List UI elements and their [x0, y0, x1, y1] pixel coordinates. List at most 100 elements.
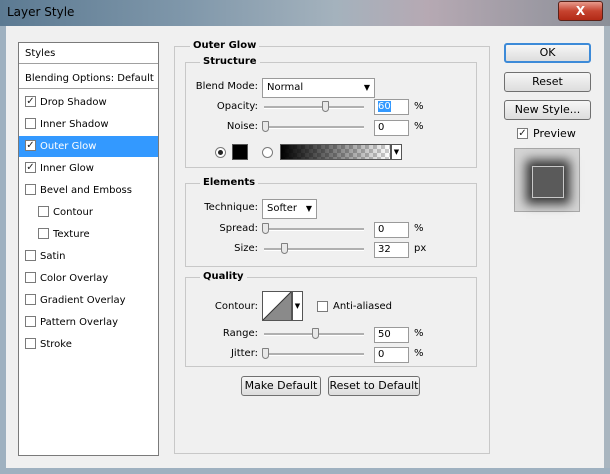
- jitter-input[interactable]: 0: [374, 347, 409, 363]
- blend-mode-value: Normal: [267, 82, 304, 93]
- contour-preview[interactable]: [262, 291, 292, 321]
- chevron-down-icon: ▼: [294, 302, 301, 310]
- technique-label: Technique:: [204, 202, 258, 213]
- new-style-button[interactable]: New Style...: [504, 100, 591, 120]
- spread-input[interactable]: 0: [374, 222, 409, 238]
- window-title: Layer Style: [7, 5, 75, 19]
- style-checkbox[interactable]: [25, 293, 36, 305]
- range-input[interactable]: 50: [374, 327, 409, 343]
- style-checkbox[interactable]: [38, 227, 49, 239]
- jitter-slider-track[interactable]: [264, 353, 364, 356]
- style-item-outer-glow[interactable]: ✓ Outer Glow: [19, 136, 158, 157]
- technique-dropdown[interactable]: Softer ▼: [262, 199, 317, 219]
- jitter-label: Jitter:: [230, 348, 258, 359]
- outer-glow-title: Outer Glow: [190, 40, 260, 51]
- style-item-label: Satin: [40, 251, 66, 262]
- size-slider-thumb[interactable]: [281, 243, 288, 254]
- opacity-slider-track[interactable]: [264, 106, 364, 109]
- style-checkbox[interactable]: [25, 271, 36, 283]
- contour-dropdown-arrow[interactable]: ▼: [292, 291, 303, 321]
- range-slider-thumb[interactable]: [312, 328, 319, 339]
- jitter-value: 0: [378, 349, 385, 360]
- reset-to-default-button[interactable]: Reset to Default: [328, 376, 420, 396]
- jitter-unit: %: [414, 348, 424, 359]
- chevron-down-icon: ▼: [305, 204, 312, 213]
- close-button[interactable]: X: [558, 1, 603, 21]
- gradient-radio[interactable]: [262, 147, 273, 158]
- style-checkbox[interactable]: ✓: [25, 95, 36, 107]
- style-item-inner-glow[interactable]: ✓ Inner Glow: [19, 158, 158, 179]
- size-input[interactable]: 32: [374, 242, 409, 258]
- style-checkbox[interactable]: [25, 117, 36, 129]
- opacity-unit: %: [414, 101, 424, 112]
- opacity-slider-thumb[interactable]: [322, 101, 329, 112]
- style-item-label: Stroke: [40, 339, 72, 350]
- style-item-label: Pattern Overlay: [40, 317, 119, 328]
- noise-input[interactable]: 0: [374, 120, 409, 136]
- size-unit: px: [414, 243, 427, 254]
- style-item-pattern-overlay[interactable]: Pattern Overlay: [19, 312, 158, 333]
- opacity-input[interactable]: 60: [374, 99, 409, 115]
- anti-aliased-label: Anti-aliased: [333, 301, 393, 312]
- styles-header[interactable]: Styles: [19, 43, 158, 64]
- style-item-label: Texture: [53, 229, 90, 240]
- blend-mode-label: Blend Mode:: [195, 81, 258, 92]
- style-item-contour[interactable]: Contour: [19, 202, 158, 223]
- style-item-label: Outer Glow: [40, 141, 97, 152]
- anti-aliased-checkbox[interactable]: [317, 301, 328, 312]
- spread-slider-thumb[interactable]: [262, 223, 269, 234]
- opacity-value: 60: [378, 101, 391, 112]
- range-unit: %: [414, 328, 424, 339]
- gradient-dropdown-arrow[interactable]: ▼: [391, 144, 402, 160]
- blend-mode-dropdown[interactable]: Normal ▼: [262, 78, 375, 98]
- style-item-stroke[interactable]: Stroke: [19, 334, 158, 355]
- noise-unit: %: [414, 121, 424, 132]
- spread-unit: %: [414, 223, 424, 234]
- chevron-down-icon: ▼: [393, 148, 400, 156]
- style-item-bevel-and-emboss[interactable]: Bevel and Emboss: [19, 180, 158, 201]
- size-value: 32: [378, 244, 391, 255]
- noise-slider-track[interactable]: [264, 126, 364, 129]
- style-checkbox[interactable]: [38, 205, 49, 217]
- style-item-color-overlay[interactable]: Color Overlay: [19, 268, 158, 289]
- make-default-button[interactable]: Make Default: [241, 376, 321, 396]
- style-checkbox[interactable]: [25, 337, 36, 349]
- preview-swatch: [532, 166, 564, 198]
- style-item-label: Gradient Overlay: [40, 295, 126, 306]
- technique-value: Softer: [267, 203, 297, 214]
- style-item-label: Contour: [53, 207, 93, 218]
- styles-list: Styles Blending Options: Default ✓ Drop S…: [18, 42, 159, 456]
- elements-title: Elements: [200, 177, 259, 188]
- style-item-satin[interactable]: Satin: [19, 246, 158, 267]
- glow-color-swatch[interactable]: [232, 144, 248, 160]
- style-item-texture[interactable]: Texture: [19, 224, 158, 245]
- solid-color-radio[interactable]: [215, 147, 226, 158]
- style-item-label: Color Overlay: [40, 273, 109, 284]
- quality-title: Quality: [200, 271, 247, 282]
- style-item-gradient-overlay[interactable]: Gradient Overlay: [19, 290, 158, 311]
- style-item-inner-shadow[interactable]: Inner Shadow: [19, 114, 158, 135]
- style-checkbox[interactable]: [25, 183, 36, 195]
- window-frame-right: [604, 26, 610, 474]
- size-slider-track[interactable]: [264, 248, 364, 251]
- style-checkbox[interactable]: ✓: [25, 139, 36, 151]
- noise-label: Noise:: [226, 121, 258, 132]
- style-preview: [514, 148, 580, 212]
- blending-options-item[interactable]: Blending Options: Default: [19, 68, 158, 89]
- reset-button[interactable]: Reset: [504, 72, 591, 92]
- gradient-swatch[interactable]: [280, 144, 391, 160]
- preview-checkbox[interactable]: ✓: [517, 128, 528, 139]
- spread-slider-track[interactable]: [264, 228, 364, 231]
- style-item-label: Inner Glow: [40, 163, 94, 174]
- style-checkbox[interactable]: [25, 249, 36, 261]
- style-item-label: Drop Shadow: [40, 97, 107, 108]
- opacity-label: Opacity:: [216, 101, 258, 112]
- style-checkbox[interactable]: [25, 315, 36, 327]
- style-item-drop-shadow[interactable]: ✓ Drop Shadow: [19, 92, 158, 113]
- style-checkbox[interactable]: ✓: [25, 161, 36, 173]
- ok-button[interactable]: OK: [504, 43, 591, 63]
- size-label: Size:: [234, 243, 258, 254]
- noise-slider-thumb[interactable]: [262, 121, 269, 132]
- title-bar[interactable]: Layer Style X: [0, 0, 610, 26]
- jitter-slider-thumb[interactable]: [262, 348, 269, 359]
